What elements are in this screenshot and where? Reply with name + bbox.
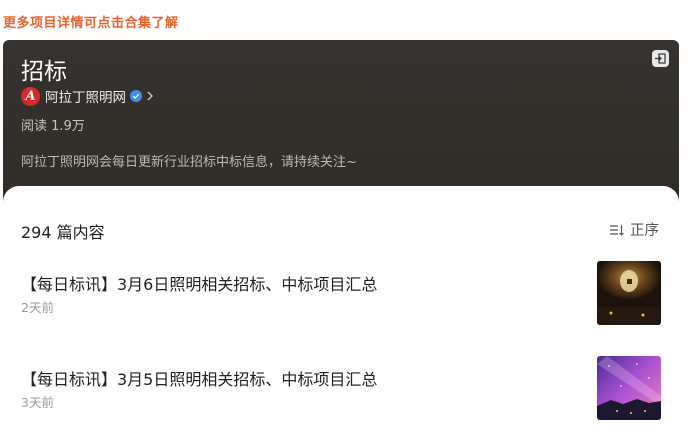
collection-description: 阿拉丁照明网会每日更新行业招标中标信息，请持续关注~: [21, 155, 357, 170]
article-title: 【每日标讯】3月5日照明相关招标、中标项目汇总: [21, 370, 378, 389]
article-item[interactable]: 【每日标讯】3月5日照明相关招标、中标项目汇总 3天前: [21, 356, 661, 422]
article-item[interactable]: 【每日标讯】3月6日照明相关招标、中标项目汇总 2天前: [21, 261, 661, 327]
content-panel: 294 篇内容 正序 【每日标讯】3月6日照明相关招标、中标项目汇总 2天前 【…: [3, 186, 679, 426]
author-row[interactable]: A 阿拉丁照明网: [21, 86, 154, 106]
verified-icon: [130, 90, 142, 102]
read-count: 阅读 1.9万: [21, 119, 85, 134]
collection-link[interactable]: 更多项目详情可点击合集了解: [3, 12, 179, 31]
author-name: 阿拉丁照明网: [45, 90, 126, 106]
article-time: 2天前: [21, 300, 54, 315]
sort-button[interactable]: 正序: [609, 219, 659, 240]
collection-header-card: 招标 A 阿拉丁照明网 阅读 1.9万 阿拉丁照明网会每日更新行业招标中标信息，…: [3, 40, 679, 426]
article-time: 3天前: [21, 395, 54, 410]
sort-label: 正序: [630, 223, 659, 239]
exit-icon: [655, 53, 666, 64]
sort-icon: [610, 224, 624, 236]
exit-button[interactable]: [652, 50, 669, 67]
article-thumbnail: [597, 356, 661, 420]
author-logo: A: [21, 86, 40, 106]
collection-title: 招标: [21, 59, 67, 85]
article-title: 【每日标讯】3月6日照明相关招标、中标项目汇总: [21, 275, 378, 294]
chevron-right-icon: [147, 91, 153, 101]
article-thumbnail: [597, 261, 661, 325]
article-count: 294 篇内容: [21, 223, 105, 242]
